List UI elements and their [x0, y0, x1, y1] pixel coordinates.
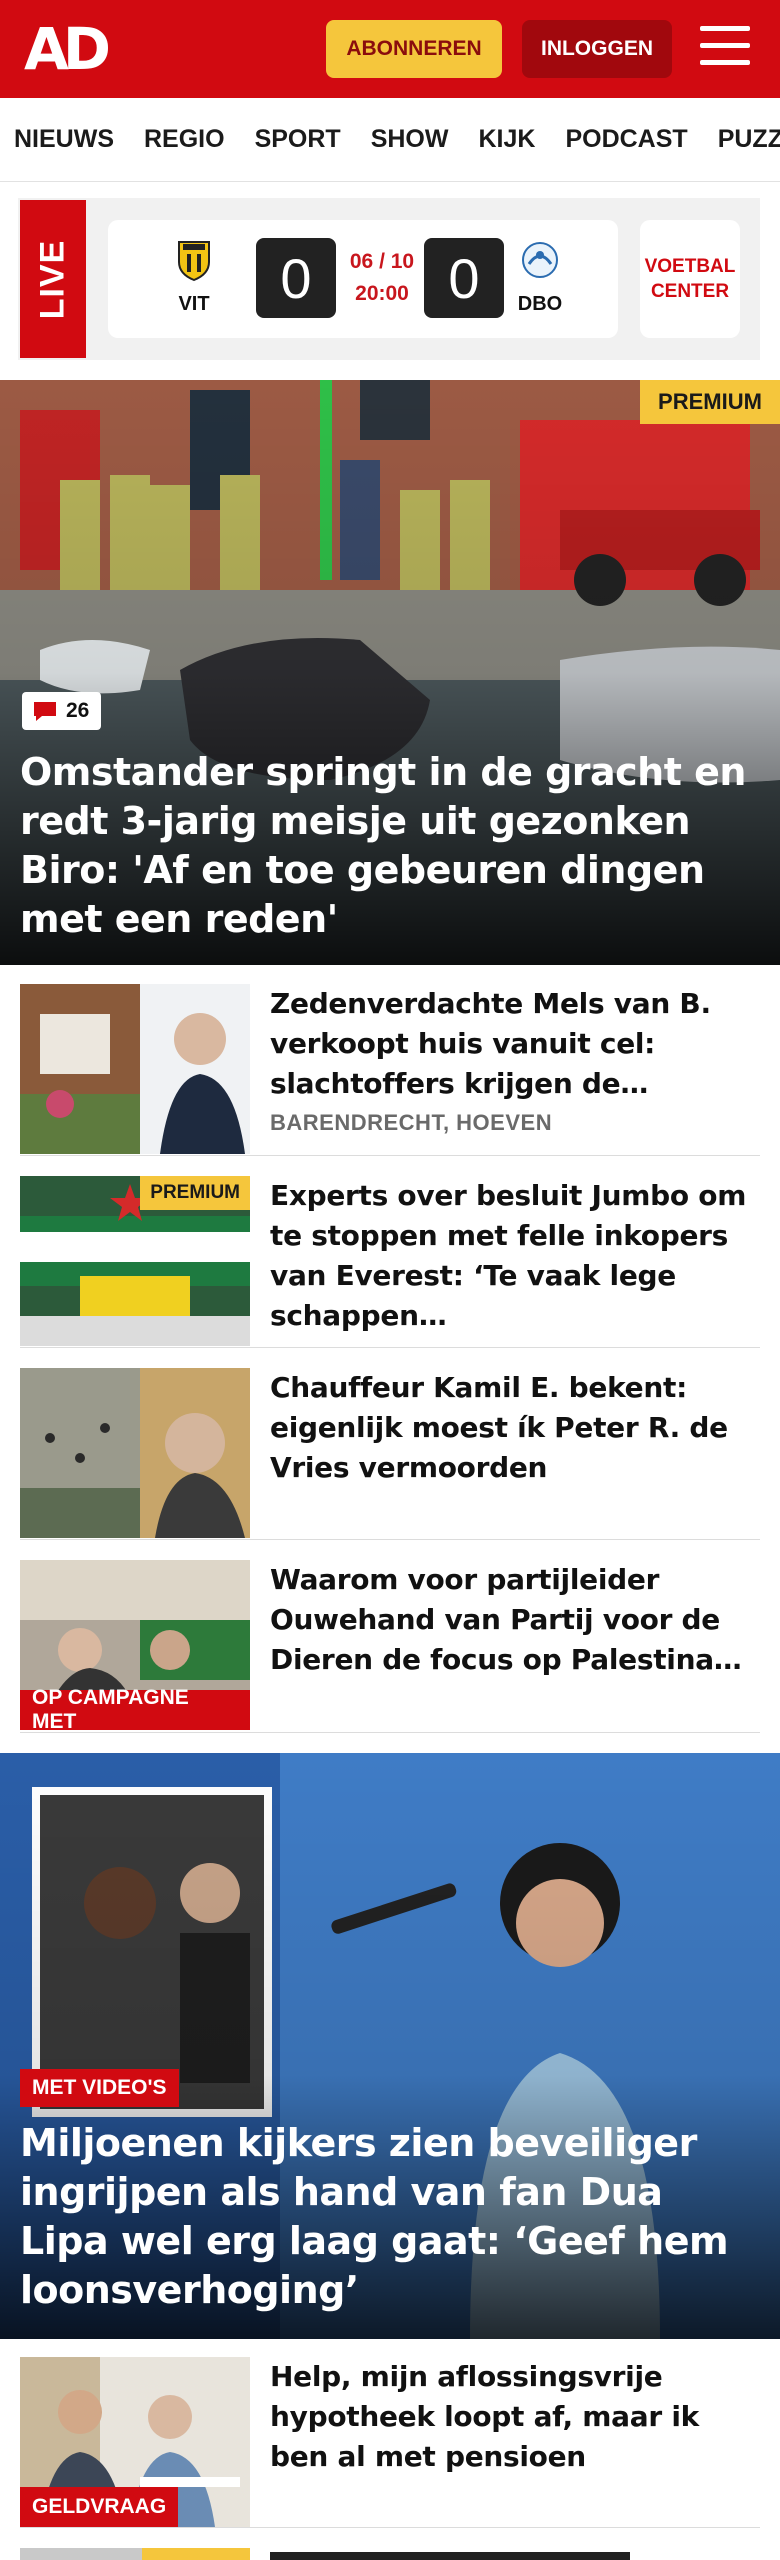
match-time: 20:00: [355, 282, 409, 305]
premium-badge: PREMIUM: [140, 1176, 250, 1210]
live-label: LIVE: [33, 239, 72, 319]
video-hero-article[interactable]: MET VIDEO'S Miljoenen kijkers zien bevei…: [0, 1753, 780, 2339]
away-team: DBO: [510, 238, 570, 316]
voetbal-center-button[interactable]: VOETBAL CENTER: [640, 220, 740, 338]
article-title[interactable]: Experts over besluit Jumbo om te stoppen…: [270, 1176, 760, 1336]
premium-badge: PREMIUM: [142, 2548, 250, 2560]
comment-icon: [34, 702, 56, 721]
vitesse-crest-icon: [178, 241, 210, 282]
match-card[interactable]: VIT 0 06 / 10 20:00 0 DBO: [108, 220, 618, 338]
list-item[interactable]: Zedenverdachte Mels van B. verkoopt huis…: [20, 984, 760, 1156]
article-title[interactable]: Zedenverdachte Mels van B. verkoopt huis…: [270, 984, 760, 1104]
list-item[interactable]: GELDVRAAG Help, mijn aflossingsvrije hyp…: [20, 2357, 760, 2528]
nav-item-show[interactable]: SHOW: [371, 125, 449, 154]
site-header: AD ABONNEREN INLOGGEN: [0, 0, 780, 98]
nav-item-sport[interactable]: SPORT: [255, 125, 341, 154]
list-item[interactable]: PREMIUM Experts over besluit Jumbo om te…: [20, 1176, 760, 1348]
article-location: BARENDRECHT, HOEVEN: [270, 1110, 553, 1135]
video-label: MET VIDEO'S: [20, 2069, 179, 2107]
nav-item-podcast[interactable]: PODCAST: [565, 125, 687, 154]
menu-icon[interactable]: [700, 26, 750, 70]
hero-article[interactable]: PREMIUM 26 Omstander springt in de grach…: [0, 380, 780, 965]
article-photo: [20, 984, 250, 1154]
campaign-label: OP CAMPAGNE MET: [20, 1686, 250, 1730]
home-team-code: VIT: [178, 293, 210, 315]
article-thumbnail: [20, 1368, 250, 1538]
nav-item-nieuws[interactable]: NIEUWS: [14, 125, 114, 154]
article-title-partial: [270, 2552, 630, 2560]
list-item-partial[interactable]: PREMIUM: [20, 2548, 760, 2560]
video-hero-title[interactable]: Miljoenen kijkers zien beveiliger ingrij…: [20, 2119, 760, 2315]
live-tab[interactable]: LIVE: [20, 200, 86, 358]
home-score: 0: [256, 238, 336, 318]
hero-title[interactable]: Omstander springt in de gracht en redt 3…: [20, 748, 760, 944]
article-thumbnail: PREMIUM: [20, 1176, 250, 1346]
nav-item-kijk[interactable]: KIJK: [478, 125, 535, 154]
nav-item-puzzel[interactable]: PUZZ: [718, 125, 780, 154]
away-team-code: DBO: [517, 293, 563, 315]
article-title[interactable]: Waarom voor partijleider Ouwehand van Pa…: [270, 1560, 760, 1680]
geldvraag-label: GELDVRAAG: [20, 2487, 179, 2527]
article-thumbnail: [20, 984, 250, 1154]
article-title[interactable]: Help, mijn aflossingsvrije hypotheek loo…: [270, 2357, 760, 2477]
live-score-strip: LIVE VIT 0 06 / 10 20:00 0 DBO VOETBAL C…: [18, 198, 760, 360]
match-date: 06 / 10: [349, 250, 415, 273]
article-title[interactable]: Chauffeur Kamil E. bekent: eigenlijk moe…: [270, 1368, 760, 1488]
ad-logo[interactable]: AD: [24, 15, 111, 83]
list-item[interactable]: Chauffeur Kamil E. bekent: eigenlijk moe…: [20, 1368, 760, 1540]
login-button[interactable]: INLOGGEN: [522, 20, 672, 78]
section-nav: NIEUWS REGIO SPORT SHOW KIJK PODCAST PUZ…: [0, 98, 780, 182]
article-thumbnail: OP CAMPAGNE MET: [20, 1560, 250, 1730]
nav-item-regio[interactable]: REGIO: [144, 125, 225, 154]
den-bosch-crest-icon: [522, 242, 558, 278]
match-datetime: 06 / 10 20:00: [342, 246, 422, 310]
article-photo: [20, 1368, 250, 1538]
home-team: VIT: [164, 238, 224, 316]
comment-count-value: 26: [66, 699, 90, 722]
subscribe-button[interactable]: ABONNEREN: [326, 20, 502, 78]
premium-badge: PREMIUM: [640, 380, 780, 424]
comment-count[interactable]: 26: [22, 692, 102, 730]
article-thumbnail: GELDVRAAG: [20, 2357, 250, 2527]
away-score: 0: [424, 238, 504, 318]
list-item[interactable]: OP CAMPAGNE MET Waarom voor partijleider…: [20, 1560, 760, 1733]
